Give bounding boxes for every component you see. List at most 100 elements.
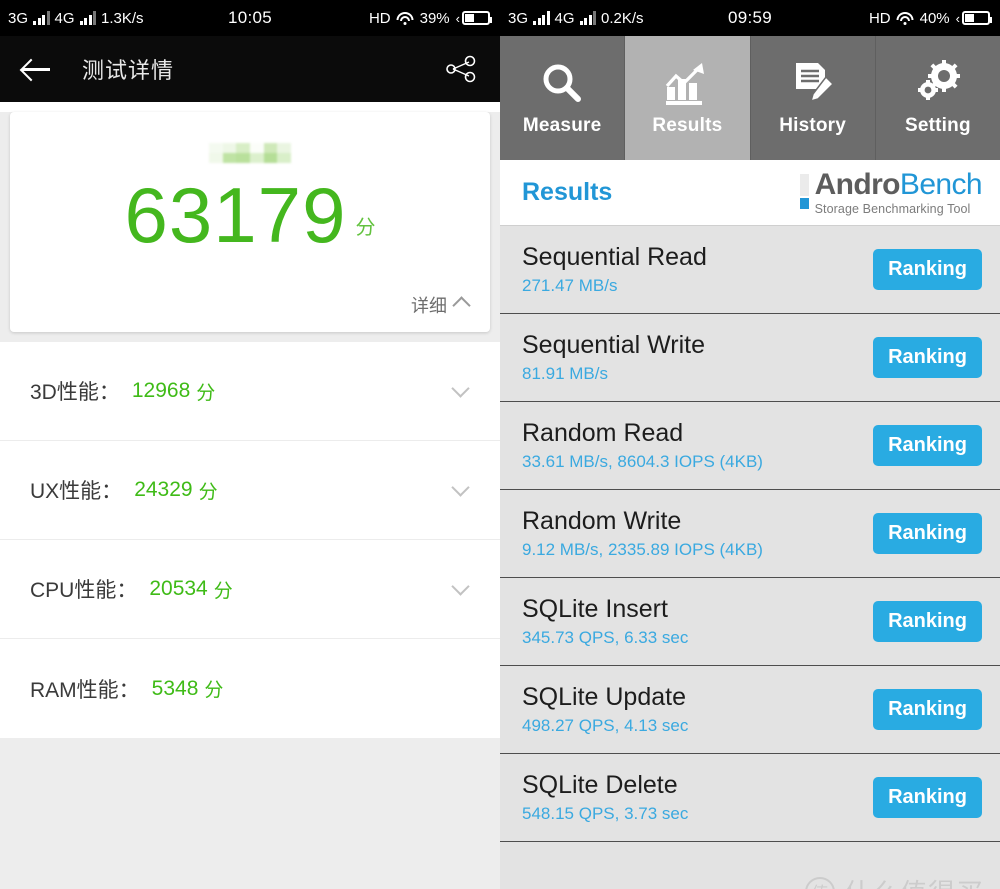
metric-value: 5348 [151,676,199,700]
benchmark-results-list: Sequential Read 271.47 MB/s Ranking Sequ… [500,226,1000,889]
dual-screenshot-container: 3G 4G 1.3K/s 10:05 HD 39% ‹ 测试详情 63179 分… [0,0,1000,889]
chevron-up-icon [452,295,471,315]
benchmark-value: 345.73 QPS, 6.33 sec [522,628,689,647]
androbench-logo: AndroBench Storage Benchmarking Tool [799,167,983,216]
total-score-card: 63179 分 详细 [10,112,490,332]
benchmark-row-sqlite-delete: SQLite Delete 548.15 QPS, 3.73 sec Ranki… [500,754,1000,842]
battery-percent: 39% [419,9,450,27]
brand-tagline: Storage Benchmarking Tool [814,201,971,216]
brand-name-part1: Andro [814,167,901,201]
metric-row-ux[interactable]: UX性能： 24329 分 [0,441,500,540]
left-status-bar: 3G 4G 1.3K/s 10:05 HD 39% ‹ [0,0,500,36]
battery-percent: 40% [919,9,950,27]
chevron-down-icon[interactable] [451,576,470,596]
wifi-icon [896,11,914,25]
status-right-group: HD 40% ‹ [868,0,992,36]
benchmark-title: SQLite Insert [522,595,668,623]
tab-results-label: Results [652,115,723,136]
tab-bar: Measure Results History Setting [500,36,1000,160]
tab-history-label: History [779,115,847,136]
share-icon[interactable] [444,54,478,84]
metric-unit: 分 [213,580,233,602]
battery-icon [962,11,992,25]
benchmark-title: SQLite Delete [522,771,678,799]
total-score-unit: 分 [355,217,376,240]
detail-toggle[interactable]: 详细 [411,292,471,318]
watermark-badge: 值 [805,876,835,889]
page-title: 测试详情 [82,58,175,83]
ranking-button[interactable]: Ranking [873,689,982,730]
benchmark-row-sequential-write: Sequential Write 81.91 MB/s Ranking [500,314,1000,402]
right-screen-androbench: 3G 4G 0.2K/s 09:59 HD 40% ‹ Measure Resu… [500,0,1000,889]
right-status-bar: 3G 4G 0.2K/s 09:59 HD 40% ‹ [500,0,1000,36]
metric-label: UX性能： [30,480,123,503]
benchmark-value: 33.61 MB/s, 8604.3 IOPS (4KB) [522,452,763,471]
tab-measure-label: Measure [522,115,602,136]
benchmark-title: Random Read [522,419,684,447]
metric-value: 12968 [131,379,191,402]
left-screen-antutu: 3G 4G 1.3K/s 10:05 HD 39% ‹ 测试详情 63179 分… [0,0,500,889]
app-bar: 测试详情 [0,36,500,102]
device-name-blurred [209,143,291,163]
benchmark-row-random-read: Random Read 33.61 MB/s, 8604.3 IOPS (4KB… [500,402,1000,490]
benchmark-value: 9.12 MB/s, 2335.89 IOPS (4KB) [522,540,763,559]
metric-row-3d[interactable]: 3D性能： 12968 分 [0,342,500,441]
watermark: 值 什么值得买 [805,872,984,889]
tab-history[interactable]: History [750,36,876,160]
benchmark-title: Sequential Write [522,331,705,359]
total-score-row: 63179 分 [10,171,490,259]
detail-toggle-label: 详细 [411,296,447,316]
ranking-button[interactable]: Ranking [873,777,982,818]
ranking-button[interactable]: Ranking [873,601,982,642]
benchmark-texts: SQLite Update 498.27 QPS, 4.13 sec [522,683,688,736]
metric-label: 3D性能： [30,381,120,404]
metric-row-cpu[interactable]: CPU性能： 20534 分 [0,540,500,639]
document-pencil-icon [788,59,838,109]
benchmark-row-sqlite-update: SQLite Update 498.27 QPS, 4.13 sec Ranki… [500,666,1000,754]
hd-indicator: HD [368,9,391,27]
metric-label: RAM性能： [30,678,140,702]
tab-results[interactable]: Results [625,36,751,160]
logo-text: AndroBench Storage Benchmarking Tool [814,167,983,216]
metric-row-ram[interactable]: RAM性能： 5348 分 [0,639,500,738]
bar-chart-icon [662,59,712,109]
benchmark-row-random-write: Random Write 9.12 MB/s, 2335.89 IOPS (4K… [500,490,1000,578]
metric-list: 3D性能： 12968 分 UX性能： 24329 分 CPU性能： 20534… [0,342,500,738]
benchmark-texts: SQLite Delete 548.15 QPS, 3.73 sec [522,771,688,824]
back-arrow-icon[interactable] [22,57,52,81]
brand-name-part2: Bench [899,167,983,201]
benchmark-texts: Random Read 33.61 MB/s, 8604.3 IOPS (4KB… [522,419,763,472]
ranking-button[interactable]: Ranking [873,513,982,554]
battery-tick-icon: ‹ [455,10,460,26]
metric-label: CPU性能： [30,579,138,602]
benchmark-texts: Sequential Read 271.47 MB/s [522,243,707,296]
metric-unit: 分 [198,481,218,503]
benchmark-title: SQLite Update [522,683,686,711]
tab-measure[interactable]: Measure [500,36,626,160]
results-title: Results [522,178,613,206]
chevron-down-icon[interactable] [451,378,470,398]
benchmark-texts: Sequential Write 81.91 MB/s [522,331,705,384]
ranking-button[interactable]: Ranking [873,337,982,378]
benchmark-title: Sequential Read [522,243,707,271]
logo-bar-icon [799,173,809,209]
metric-value: 24329 [134,478,193,501]
chevron-down-icon[interactable] [451,477,470,497]
benchmark-title: Random Write [522,507,682,535]
hd-indicator: HD [868,9,891,27]
ranking-button[interactable]: Ranking [873,249,982,290]
metric-unit: 分 [204,680,224,701]
brand-name: AndroBench [814,167,983,201]
benchmark-row-sqlite-insert: SQLite Insert 345.73 QPS, 6.33 sec Ranki… [500,578,1000,666]
benchmark-value: 271.47 MB/s [522,276,618,295]
results-header: Results AndroBench Storage Benchmarking … [500,160,1000,226]
ranking-button[interactable]: Ranking [873,425,982,466]
metric-unit: 分 [196,382,216,404]
gears-icon [913,59,963,109]
total-score-value: 63179 [124,171,347,259]
tab-setting[interactable]: Setting [875,36,1000,160]
tab-setting-label: Setting [904,115,971,136]
benchmark-texts: SQLite Insert 345.73 QPS, 6.33 sec [522,595,688,648]
benchmark-value: 498.27 QPS, 4.13 sec [522,716,689,735]
battery-tick-icon: ‹ [955,10,960,26]
